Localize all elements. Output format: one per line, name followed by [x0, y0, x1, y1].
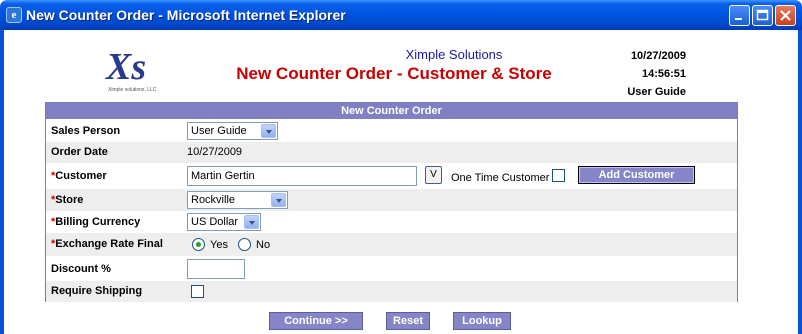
form-heading: New Counter Order	[46, 103, 737, 119]
sales-person-label: Sales Person	[51, 125, 121, 137]
store-label: *Store	[51, 194, 83, 206]
order-date-row: Order Date 10/27/2009	[46, 142, 737, 163]
store-label-text: Store	[55, 194, 84, 206]
billing-currency-label-text: Billing Currency	[55, 216, 141, 228]
company-name: Ximple Solutions	[405, 47, 503, 62]
minimize-icon	[735, 18, 742, 20]
exchange-rate-label-text: Exchange Rate Final	[55, 238, 163, 250]
svg-text:Ximple solutions, LLC: Ximple solutions, LLC	[108, 87, 157, 93]
customer-input[interactable]: Martin Gertin	[187, 166, 417, 186]
maximize-icon	[756, 9, 769, 21]
customer-row: *Customer Martin Gertin V One Time Custo…	[46, 163, 737, 189]
discount-row: Discount %	[46, 256, 737, 281]
billing-currency-row: *Billing Currency US Dollar	[46, 211, 737, 233]
maximize-button[interactable]	[752, 5, 773, 26]
store-select[interactable]: Rockville	[187, 191, 288, 209]
billing-currency-label: *Billing Currency	[51, 216, 140, 228]
header-time: 14:56:51	[641, 68, 686, 80]
sales-person-select[interactable]: User Guide	[187, 122, 278, 140]
billing-currency-select[interactable]: US Dollar	[187, 213, 261, 231]
discount-input[interactable]	[187, 259, 245, 279]
billing-currency-value: US Dollar	[191, 216, 239, 228]
page-title: New Counter Order - Customer & Store	[236, 64, 552, 83]
chevron-down-icon[interactable]	[261, 124, 276, 138]
close-button[interactable]	[775, 5, 796, 26]
ie-icon: e	[6, 7, 22, 23]
discount-label: Discount %	[51, 263, 111, 275]
reset-button[interactable]: Reset	[386, 312, 430, 330]
chevron-down-icon[interactable]	[244, 215, 259, 229]
order-date-value: 10/27/2009	[187, 146, 243, 158]
chevron-down-icon[interactable]	[271, 193, 286, 207]
exchange-rate-label: *Exchange Rate Final	[51, 238, 163, 250]
ximple-logo: Xs Ximple solutions, LLC	[105, 46, 157, 93]
minimize-button[interactable]	[729, 5, 750, 26]
store-value: Rockville	[191, 194, 236, 206]
exchange-rate-yes-radio[interactable]	[192, 238, 205, 251]
header-date: 10/27/2009	[630, 50, 686, 62]
lookup-button[interactable]: Lookup	[453, 312, 511, 330]
counter-order-form: New Counter Order Sales Person User Guid…	[45, 102, 738, 302]
exchange-rate-no-radio[interactable]	[238, 238, 251, 251]
exchange-rate-yes-label: Yes	[210, 239, 228, 251]
close-icon	[780, 10, 791, 21]
sales-person-row: Sales Person User Guide	[46, 120, 737, 142]
header-user: User Guide	[627, 86, 686, 98]
exchange-rate-row: *Exchange Rate Final Yes No	[46, 233, 737, 256]
one-time-customer-checkbox[interactable]	[552, 169, 565, 182]
store-row: *Store Rockville	[46, 189, 737, 211]
customer-lookup-button[interactable]: V	[425, 166, 442, 184]
exchange-rate-no-label: No	[256, 239, 271, 251]
window-frame-right	[798, 30, 802, 334]
one-time-customer-label: One Time Customer	[451, 172, 550, 184]
order-date-label: Order Date	[51, 146, 108, 158]
window-titlebar[interactable]: e New Counter Order - Microsoft Internet…	[0, 0, 802, 30]
continue-button[interactable]: Continue >>	[269, 312, 363, 330]
window-title: New Counter Order - Microsoft Internet E…	[26, 7, 346, 23]
customer-label-text: Customer	[55, 170, 107, 182]
require-shipping-label: Require Shipping	[51, 285, 143, 297]
customer-label: *Customer	[51, 170, 107, 182]
svg-text:Xs: Xs	[105, 46, 146, 88]
require-shipping-row: Require Shipping	[46, 281, 737, 302]
require-shipping-checkbox[interactable]	[191, 285, 204, 298]
add-customer-button[interactable]: Add Customer	[578, 166, 695, 184]
sales-person-value: User Guide	[191, 125, 247, 137]
page-content: Xs Ximple solutions, LLC Ximple Solution…	[4, 30, 798, 334]
